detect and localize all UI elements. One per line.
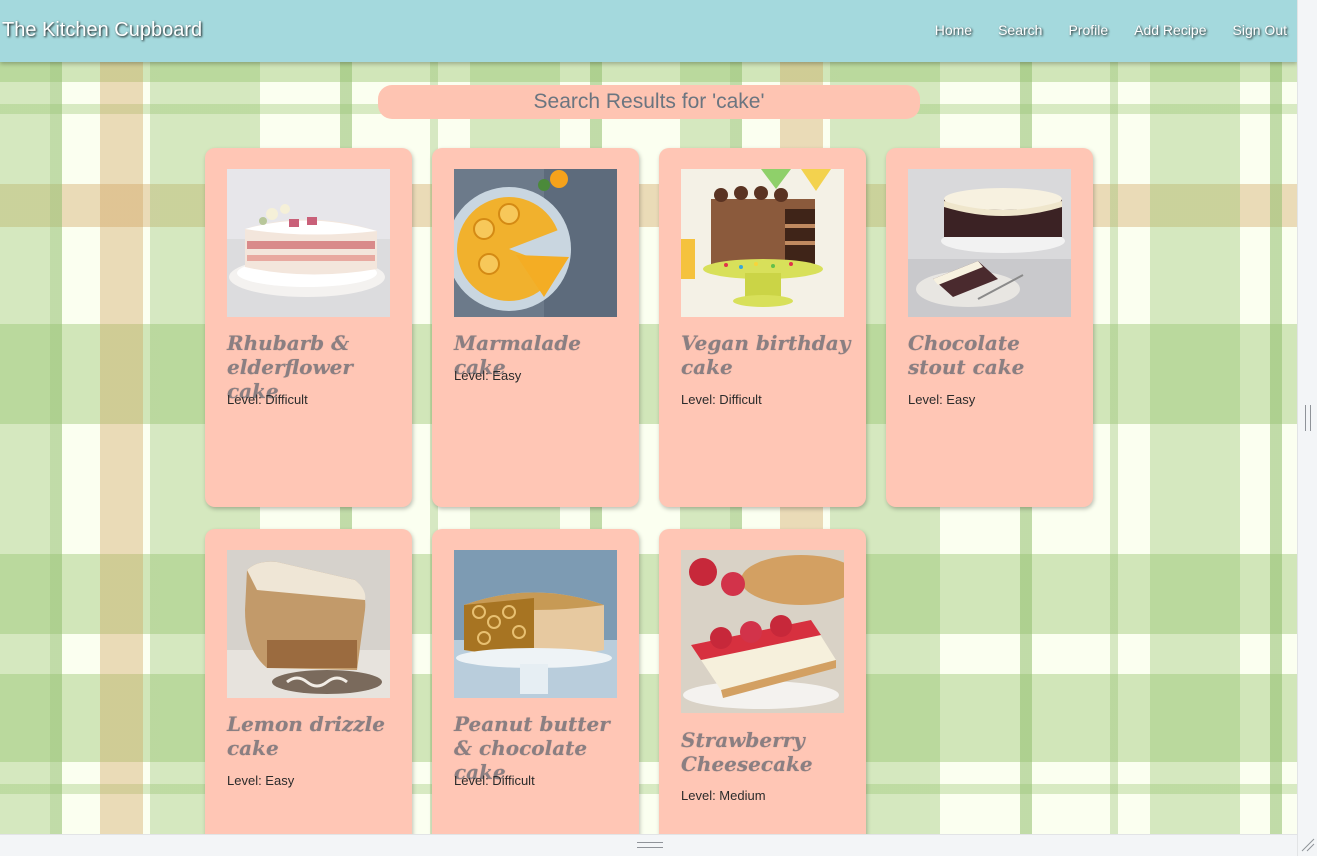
recipe-card[interactable]: Chocolate stout cake Level: Easy <box>886 148 1093 507</box>
nav-link-profile[interactable]: Profile <box>1068 22 1108 38</box>
recipe-title[interactable]: Chocolate stout cake <box>908 331 1078 379</box>
orange-upside-down-cake-photo <box>454 169 617 317</box>
recipe-level: Level: Medium <box>681 788 766 803</box>
recipe-image[interactable] <box>227 550 390 698</box>
recipe-card[interactable]: Vegan birthday cake Level: Difficult <box>659 148 866 507</box>
recipe-card[interactable]: Peanut butter & chocolate cake Level: Di… <box>432 529 639 834</box>
nav-link-add-recipe[interactable]: Add Recipe <box>1134 22 1206 38</box>
chocolate-sprinkle-cake-photo <box>681 169 844 317</box>
recipe-title[interactable]: Vegan birthday cake <box>681 331 851 379</box>
search-results-heading: Search Results for 'cake' <box>378 85 920 119</box>
recipe-card[interactable]: Lemon drizzle cake Level: Easy <box>205 529 412 834</box>
scrollbar-grip-icon[interactable] <box>1305 405 1311 431</box>
recipe-level: Level: Difficult <box>681 392 762 407</box>
recipe-level: Level: Easy <box>908 392 976 407</box>
layered-cream-cake-photo <box>227 169 390 317</box>
brand-link[interactable]: The Kitchen Cupboard <box>2 19 202 42</box>
nav-links: Home Search Profile Add Recipe Sign Out <box>909 22 1287 38</box>
nav-link-home[interactable]: Home <box>935 22 972 38</box>
recipe-card[interactable]: Rhubarb & elderflower cake Level: Diffic… <box>205 148 412 507</box>
nav-link-search[interactable]: Search <box>998 22 1042 38</box>
resize-grip-icon[interactable] <box>637 842 663 848</box>
recipe-level: Level: Difficult <box>227 392 308 407</box>
nav-link-sign-out[interactable]: Sign Out <box>1233 22 1287 38</box>
recipe-level: Level: Easy <box>227 773 295 788</box>
navbar: The Kitchen Cupboard Home Search Profile… <box>0 0 1297 62</box>
strawberry-cheesecake-photo <box>681 550 844 713</box>
page-background: The Kitchen Cupboard Home Search Profile… <box>0 0 1297 834</box>
recipe-image[interactable] <box>227 169 390 317</box>
recipe-level: Level: Difficult <box>454 773 535 788</box>
chocolate-cake-cream-frosting-photo <box>908 169 1071 317</box>
lemon-loaf-cake-photo <box>227 550 390 698</box>
recipe-level: Level: Easy <box>454 368 522 383</box>
recipe-image[interactable] <box>681 550 844 713</box>
recipe-card[interactable]: Strawberry Cheesecake Level: Medium <box>659 529 866 834</box>
peanut-butter-cake-photo <box>454 550 617 698</box>
recipe-image[interactable] <box>908 169 1071 317</box>
recipe-image[interactable] <box>454 550 617 698</box>
recipe-image[interactable] <box>681 169 844 317</box>
recipe-title[interactable]: Lemon drizzle cake <box>227 712 397 760</box>
recipe-title[interactable]: Strawberry Cheesecake <box>681 728 851 776</box>
recipe-image[interactable] <box>454 169 617 317</box>
resize-corner-icon[interactable] <box>1299 836 1315 852</box>
recipe-card[interactable]: Marmalade cake Level: Easy <box>432 148 639 507</box>
